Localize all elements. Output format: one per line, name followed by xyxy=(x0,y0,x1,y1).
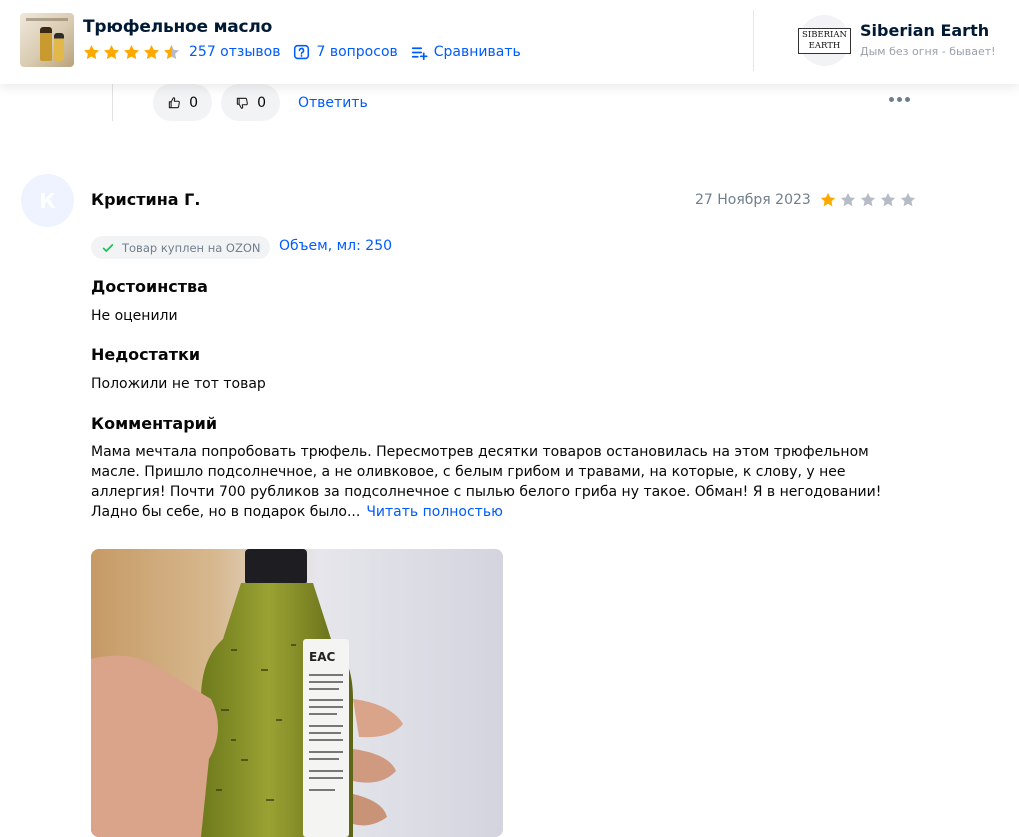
brand-logo[interactable]: SIBERIAN EARTH xyxy=(798,15,851,66)
comment-text: Мама мечтала попробовать трюфель. Пересм… xyxy=(91,442,911,522)
review-date: 27 Ноября 2023 xyxy=(695,192,811,208)
cons-text: Положили не тот товар xyxy=(91,376,266,392)
brand-slogan: Дым без огня - бывает! xyxy=(860,45,996,58)
purchase-badge: Товар куплен на OZON xyxy=(91,236,270,259)
variant-link[interactable]: Объем, мл: 250 xyxy=(279,238,392,254)
product-thumbnail[interactable] xyxy=(20,13,74,67)
reply-thread-line xyxy=(112,84,113,121)
compare-list-icon xyxy=(411,46,428,60)
like-count: 0 xyxy=(189,94,198,111)
pros-heading: Достоинства xyxy=(91,277,208,296)
empty-star-icon xyxy=(840,192,856,207)
star-icon xyxy=(83,44,100,59)
empty-star-icon xyxy=(900,192,916,207)
star-icon xyxy=(820,192,836,207)
checkmark-icon xyxy=(102,243,114,252)
compare-link[interactable]: Сравнивать xyxy=(411,44,521,61)
sticky-product-header: Трюфельное масло 257 отзывов 7 вопросов xyxy=(0,0,1019,84)
photo-illustration: EAC xyxy=(91,549,503,837)
avatar[interactable]: К xyxy=(21,174,74,227)
question-icon xyxy=(294,44,310,59)
product-rating-row: 257 отзывов 7 вопросов Сравнивать xyxy=(82,42,521,62)
star-icon xyxy=(103,44,120,59)
brand-name[interactable]: Siberian Earth xyxy=(860,21,989,40)
more-options-icon[interactable] xyxy=(889,97,913,102)
thumbs-up-icon xyxy=(168,96,180,108)
reply-button[interactable]: Ответить xyxy=(298,95,368,111)
star-icon xyxy=(143,44,160,59)
pros-text: Не оценили xyxy=(91,308,178,324)
star-icon xyxy=(123,44,140,59)
dislike-button[interactable]: 0 xyxy=(221,84,280,121)
empty-star-icon xyxy=(880,192,896,207)
reviews-count-link[interactable]: 257 отзывов xyxy=(189,44,280,60)
product-rating-stars[interactable] xyxy=(82,43,182,62)
brand-logo-mark: SIBERIAN EARTH xyxy=(798,27,851,54)
read-more-link[interactable]: Читать полностью xyxy=(366,504,503,520)
dislike-count: 0 xyxy=(257,94,266,111)
half-star-icon xyxy=(163,44,180,59)
thumbs-down-icon xyxy=(236,97,248,109)
header-divider xyxy=(753,10,754,71)
review-author: Кристина Г. xyxy=(91,190,201,209)
cons-heading: Недостатки xyxy=(91,345,201,364)
questions-link[interactable]: 7 вопросов xyxy=(293,44,398,61)
purchase-badge-label: Товар куплен на OZON xyxy=(122,240,261,255)
empty-star-icon xyxy=(860,192,876,207)
review-photo[interactable]: EAC xyxy=(91,549,503,837)
product-title[interactable]: Трюфельное масло xyxy=(83,17,272,37)
eac-mark: EAC xyxy=(309,650,335,664)
like-button[interactable]: 0 xyxy=(153,84,212,121)
review-rating-stars xyxy=(819,191,919,209)
comment-heading: Комментарий xyxy=(91,414,218,433)
